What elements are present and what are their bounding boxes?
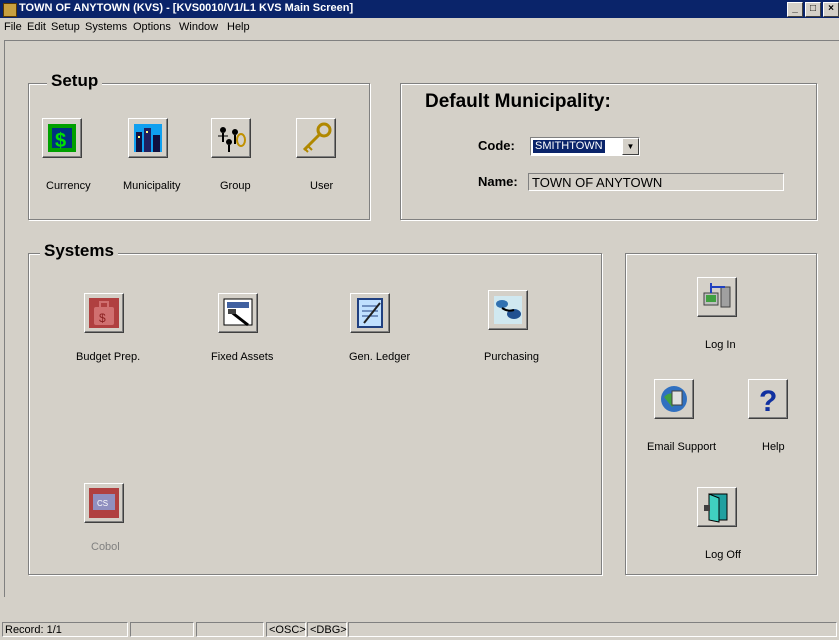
menu-edit[interactable]: Edit bbox=[27, 21, 46, 33]
fixed-assets-button[interactable] bbox=[218, 293, 258, 333]
currency-label: Currency bbox=[46, 180, 91, 192]
setup-heading: Setup bbox=[47, 71, 103, 91]
help-button[interactable]: ? bbox=[748, 379, 788, 419]
email-support-button[interactable] bbox=[654, 379, 694, 419]
title-bar: TOWN OF ANYTOWN (KVS) - [KVS0010/V1/L1 K… bbox=[0, 0, 839, 18]
code-value: SMITHTOWN bbox=[533, 140, 605, 153]
door-exit-icon bbox=[704, 493, 728, 523]
status-panel-empty-2 bbox=[196, 622, 264, 637]
name-label: Name: bbox=[478, 174, 518, 189]
osc-indicator: <OSC> bbox=[266, 622, 306, 637]
purchasing-icon bbox=[494, 296, 522, 324]
status-panel-empty-3 bbox=[348, 622, 837, 637]
group-button[interactable] bbox=[211, 118, 251, 158]
cobol-button: CS bbox=[84, 483, 124, 523]
currency-icon: $ bbox=[48, 124, 76, 152]
record-indicator: Record: 1/1 bbox=[2, 622, 128, 637]
status-bar: Record: 1/1 <OSC> <DBG> bbox=[0, 620, 839, 640]
log-in-label: Log In bbox=[705, 339, 736, 351]
cobol-icon: CS bbox=[89, 488, 119, 518]
budget-icon: $ bbox=[89, 298, 119, 328]
name-field[interactable]: TOWN OF ANYTOWN bbox=[528, 173, 784, 191]
maximize-button[interactable]: □ bbox=[805, 2, 821, 17]
fixed-assets-icon bbox=[223, 298, 253, 327]
currency-button[interactable]: $ bbox=[42, 118, 82, 158]
minimize-button[interactable]: _ bbox=[787, 2, 803, 17]
menu-help[interactable]: Help bbox=[227, 21, 250, 33]
default-municipality-heading: Default Municipality: bbox=[425, 91, 611, 112]
ledger-icon bbox=[357, 298, 383, 328]
help-label: Help bbox=[762, 441, 785, 453]
purchasing-label: Purchasing bbox=[484, 351, 540, 363]
systems-heading: Systems bbox=[40, 241, 118, 261]
budget-prep-label: Budget Prep. bbox=[76, 351, 141, 363]
gen-ledger-button[interactable] bbox=[350, 293, 390, 333]
svg-text:?: ? bbox=[759, 385, 777, 415]
fixed-assets-label: Fixed Assets bbox=[211, 351, 274, 363]
municipality-button[interactable] bbox=[128, 118, 168, 158]
purchasing-button[interactable] bbox=[488, 290, 528, 330]
chevron-down-icon[interactable]: ▼ bbox=[622, 138, 639, 155]
log-off-button[interactable] bbox=[697, 487, 737, 527]
user-button[interactable] bbox=[296, 118, 336, 158]
log-off-label: Log Off bbox=[705, 549, 741, 561]
municipality-label: Municipality bbox=[123, 180, 181, 192]
dbg-indicator: <DBG> bbox=[307, 622, 347, 637]
menu-window[interactable]: Window bbox=[179, 21, 218, 33]
key-icon bbox=[302, 122, 332, 153]
menu-bar: File Edit Setup Systems Options Window H… bbox=[0, 18, 839, 36]
question-mark-icon: ? bbox=[759, 385, 777, 415]
window-title: TOWN OF ANYTOWN (KVS) - [KVS0010/V1/L1 K… bbox=[19, 2, 354, 14]
municipality-icon bbox=[134, 124, 162, 152]
window-controls: _ □ × bbox=[785, 2, 839, 17]
menu-systems[interactable]: Systems bbox=[85, 21, 127, 33]
status-panel-empty-1 bbox=[130, 622, 194, 637]
email-support-label: Email Support bbox=[647, 441, 717, 453]
close-button[interactable]: × bbox=[823, 2, 839, 17]
computer-network-icon bbox=[703, 283, 731, 308]
app-icon bbox=[3, 3, 17, 17]
menu-options[interactable]: Options bbox=[133, 21, 171, 33]
menu-setup[interactable]: Setup bbox=[51, 21, 80, 33]
email-support-icon bbox=[661, 386, 687, 412]
group-icon bbox=[218, 127, 246, 152]
svg-text:$: $ bbox=[99, 311, 106, 325]
code-label: Code: bbox=[478, 138, 515, 153]
svg-text:$: $ bbox=[55, 130, 66, 152]
svg-text:CS: CS bbox=[97, 499, 108, 508]
budget-prep-button[interactable]: $ bbox=[84, 293, 124, 333]
group-label: Group bbox=[220, 180, 251, 192]
menu-file[interactable]: File bbox=[4, 21, 22, 33]
gen-ledger-label: Gen. Ledger bbox=[349, 351, 411, 363]
log-in-button[interactable] bbox=[697, 277, 737, 317]
user-label: User bbox=[310, 180, 334, 192]
cobol-label: Cobol bbox=[91, 541, 120, 553]
code-dropdown[interactable]: SMITHTOWN ▼ bbox=[530, 137, 640, 156]
